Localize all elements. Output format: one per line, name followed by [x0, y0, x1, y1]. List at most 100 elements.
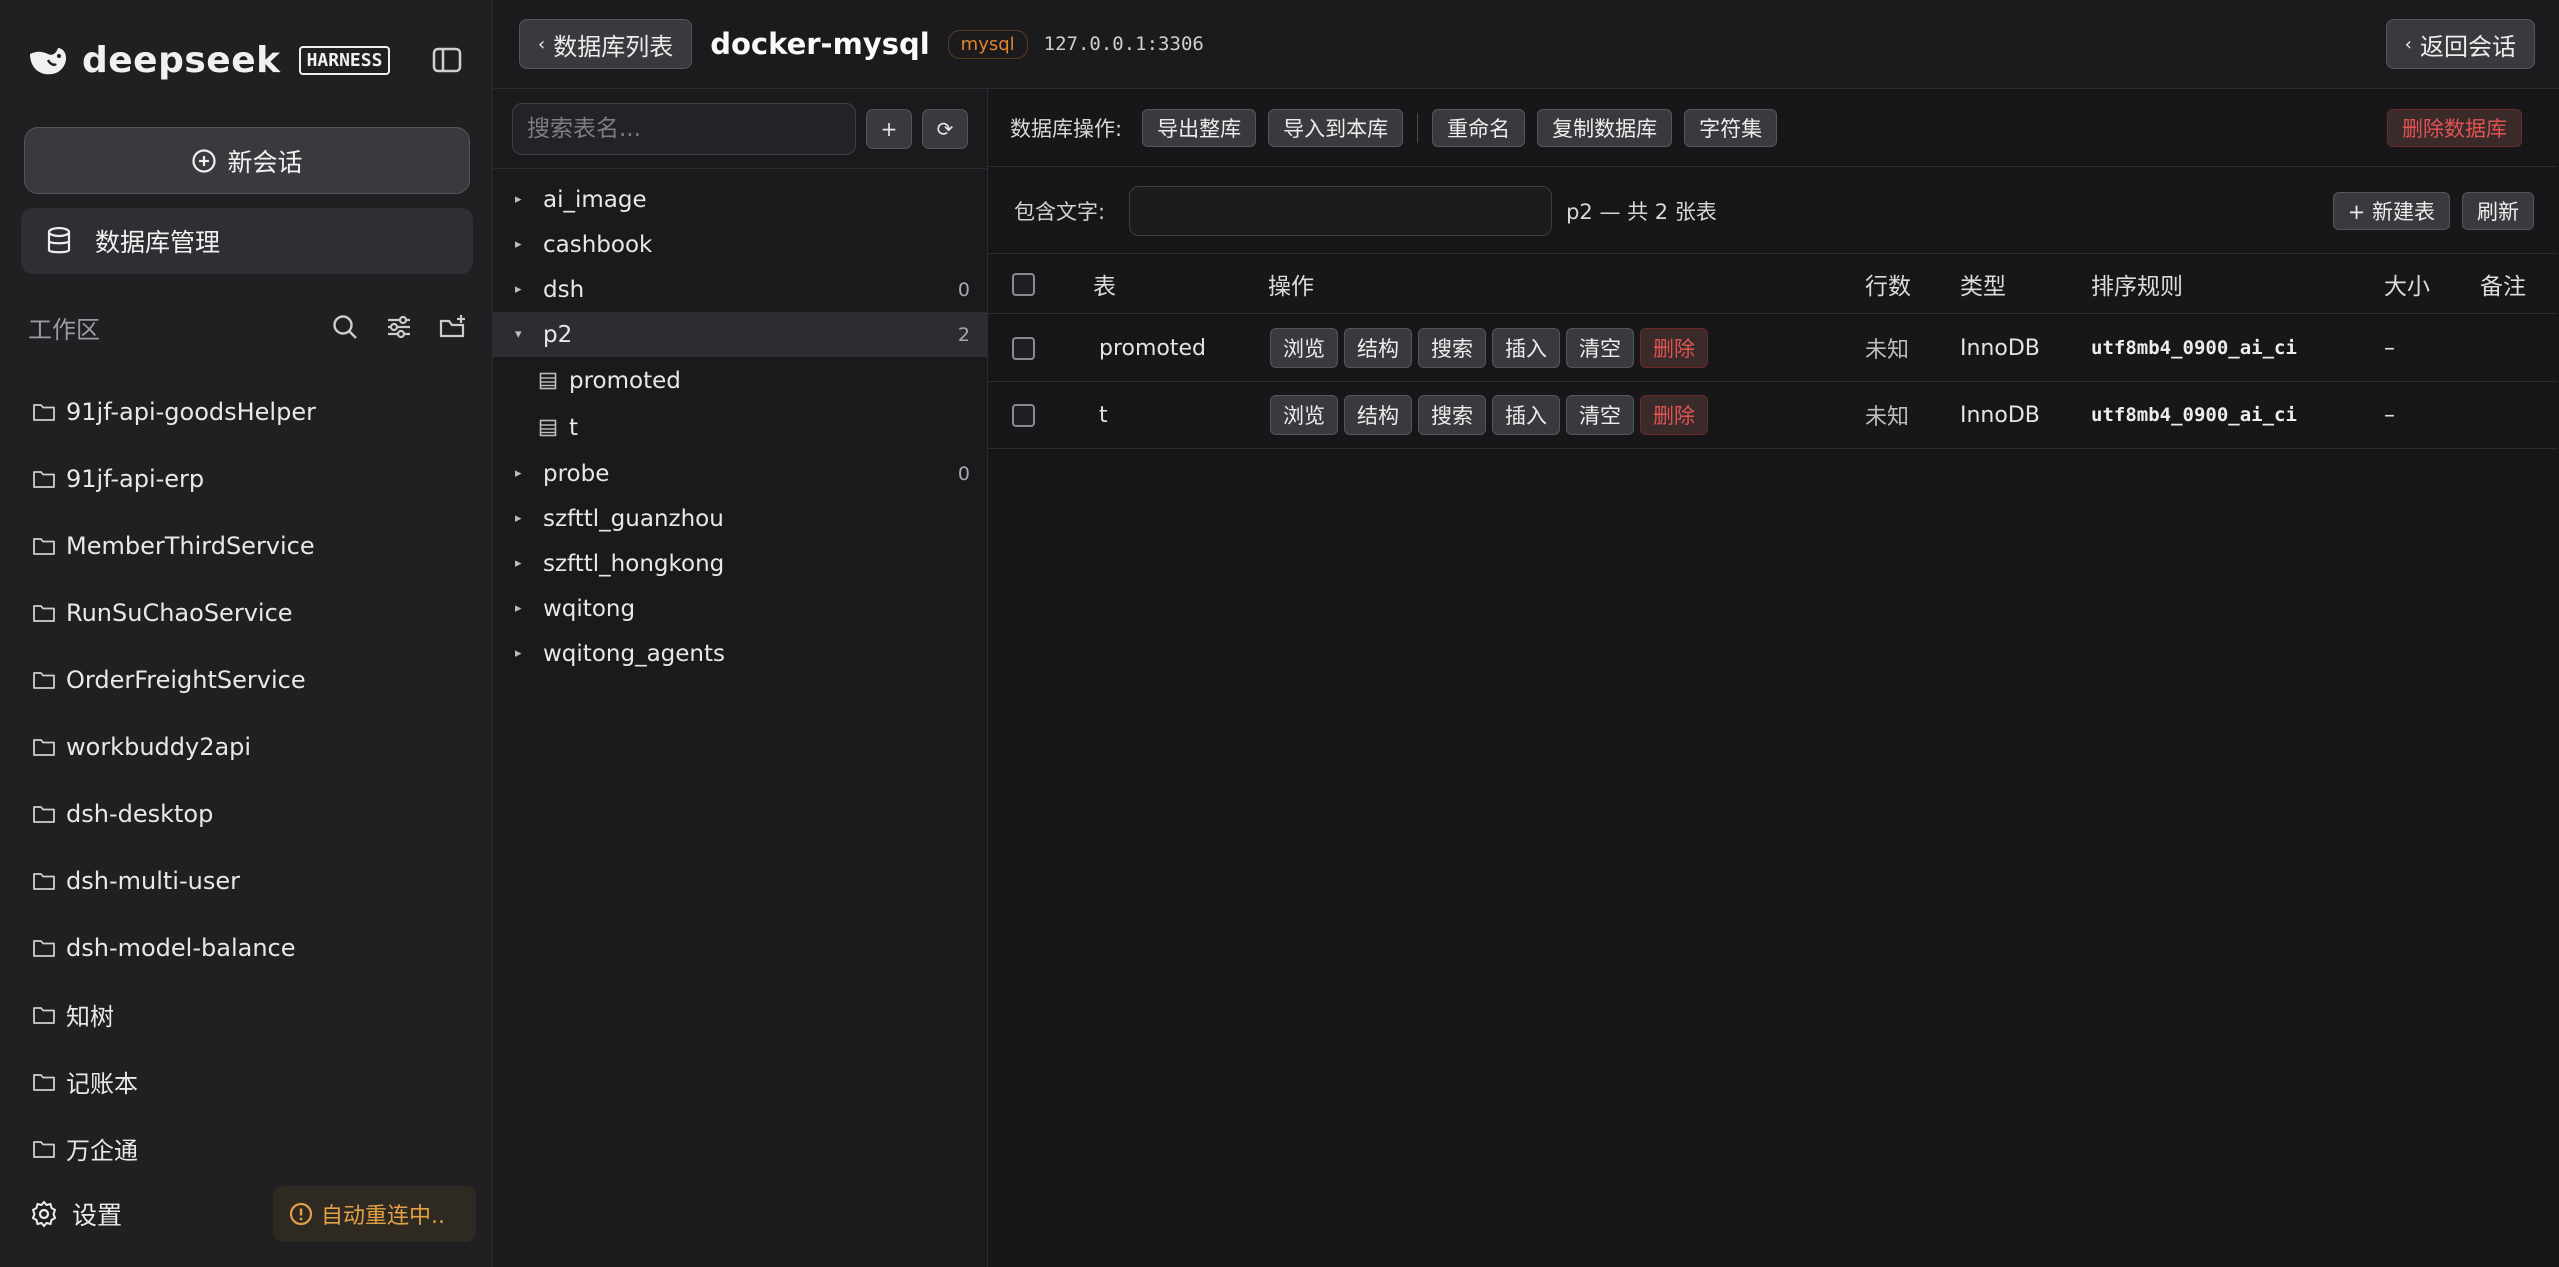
col-ops: 操作 [1268, 274, 1314, 300]
insert-table-button[interactable]: 插入 [1492, 395, 1560, 435]
delete-table-button[interactable]: 删除 [1640, 328, 1708, 368]
tree-database-node[interactable]: ▸ wqitong_agents [493, 631, 988, 676]
back-to-db-list-button[interactable]: ‹ 数据库列表 [519, 19, 693, 69]
tree-database-node[interactable]: ▸ ai_image [493, 177, 988, 222]
table-count-info: p2 — 共 2 张表 [1566, 199, 1717, 224]
workspace-item[interactable]: 91jf-api-goodsHelper [32, 378, 472, 445]
new-folder-icon[interactable] [438, 312, 468, 342]
row-checkbox[interactable] [1012, 336, 1035, 360]
return-to-chat-button[interactable]: ‹ 返回会话 [2385, 19, 2535, 69]
empty-table-button[interactable]: 清空 [1566, 328, 1634, 368]
workspace-item[interactable]: dsh-multi-user [32, 847, 472, 914]
workspace-item[interactable]: RunSuChaoService [32, 579, 472, 646]
brand[interactable]: deepseek HARNESS [26, 38, 391, 82]
workspace-item[interactable]: OrderFreightService [32, 646, 472, 713]
tree-node-label: wqitong_agents [543, 640, 725, 667]
browse-table-button[interactable]: 浏览 [1270, 328, 1338, 368]
tree-node-label: probe [543, 460, 610, 487]
workspace-item-label: dsh-model-balance [66, 933, 296, 962]
workspace-item[interactable]: 万企通 [32, 1115, 472, 1182]
brand-badge: HARNESS [298, 45, 391, 75]
row-checkbox[interactable] [1012, 403, 1035, 427]
caret-right-icon[interactable]: ▸ [515, 556, 543, 571]
caret-right-icon[interactable]: ▸ [515, 192, 543, 207]
sidebar-footer: 设置 自动重连中.. [30, 1186, 476, 1242]
filter-text-input[interactable] [1129, 185, 1553, 236]
plus-circle-icon [192, 148, 217, 173]
new-chat-button[interactable]: 新会话 [24, 127, 470, 194]
tree-node-label: dsh [543, 276, 585, 303]
caret-right-icon[interactable]: ▸ [515, 282, 543, 297]
workspace-item[interactable]: MemberThirdService [32, 512, 472, 579]
col-size: 大小 [2384, 274, 2430, 300]
empty-table-button[interactable]: 清空 [1566, 395, 1634, 435]
tree-search-row: + ⟳ [512, 103, 972, 155]
structure-table-button[interactable]: 结构 [1344, 395, 1412, 435]
divider [1417, 112, 1419, 143]
filter-sliders-icon[interactable] [384, 312, 414, 342]
search-table-button[interactable]: 搜索 [1418, 395, 1486, 435]
tree-database-node[interactable]: ▸ wqitong [493, 586, 988, 631]
caret-right-icon[interactable]: ▸ [515, 601, 543, 616]
workspace-item[interactable]: dsh-desktop [32, 780, 472, 847]
import-database-button[interactable]: 导入到本库 [1268, 108, 1404, 147]
add-database-button[interactable]: + [866, 109, 912, 149]
charset-button[interactable]: 字符集 [1684, 108, 1778, 147]
caret-right-icon[interactable]: ▸ [515, 237, 543, 252]
engine-tag: mysql [947, 29, 1028, 59]
refresh-button[interactable]: 刷新 [2462, 191, 2534, 230]
chevron-left-icon: ‹ [2404, 33, 2412, 55]
refresh-tree-button[interactable]: ⟳ [922, 109, 968, 149]
export-database-button[interactable]: 导出整库 [1142, 108, 1257, 147]
copy-database-button[interactable]: 复制数据库 [1537, 108, 1673, 147]
tree-table-node[interactable]: promoted [493, 357, 988, 404]
back-label: 数据库列表 [553, 32, 674, 61]
tree-table-node[interactable]: t [493, 404, 988, 451]
search-icon[interactable] [330, 312, 360, 342]
tree-database-node[interactable]: ▸ szfttl_hongkong [493, 541, 988, 586]
folder-icon [33, 805, 55, 823]
filter-label: 包含文字: [1014, 199, 1106, 224]
sidebar-toggle-icon[interactable] [431, 44, 463, 76]
select-all-checkbox[interactable] [1012, 272, 1035, 296]
ops-label: 数据库操作: [1010, 116, 1123, 141]
caret-right-icon[interactable]: ▸ [515, 646, 543, 661]
database-manage-label: 数据库管理 [95, 228, 221, 257]
insert-table-button[interactable]: 插入 [1492, 328, 1560, 368]
folder-icon [33, 537, 55, 555]
table-name-link[interactable]: t [1099, 382, 1108, 448]
delete-database-button[interactable]: 删除数据库 [2387, 108, 2522, 147]
caret-down-icon[interactable]: ▾ [515, 327, 543, 342]
rename-database-button[interactable]: 重命名 [1432, 108, 1526, 147]
search-table-button[interactable]: 搜索 [1418, 328, 1486, 368]
workspace-item[interactable]: dsh-model-balance [32, 914, 472, 981]
settings-button[interactable]: 设置 [30, 1196, 273, 1232]
tree-database-node[interactable]: ▸ szfttl_guanzhou [493, 496, 988, 541]
workspace-item-label: 万企通 [66, 1137, 138, 1165]
tree-database-node[interactable]: ▾ p2 2 [493, 312, 988, 357]
table-name-link[interactable]: promoted [1099, 315, 1206, 381]
chevron-left-icon: ‹ [538, 33, 546, 55]
workspace-item[interactable]: 91jf-api-erp [32, 445, 472, 512]
folder-icon [33, 1006, 55, 1024]
caret-right-icon[interactable]: ▸ [515, 511, 543, 526]
tree-database-node[interactable]: ▸ dsh 0 [493, 267, 988, 312]
table-search-input[interactable] [512, 103, 856, 155]
database-manage-nav[interactable]: 数据库管理 [21, 208, 473, 274]
row-count: 未知 [1865, 405, 1910, 430]
workspace-label: 工作区 [28, 315, 100, 344]
delete-table-button[interactable]: 删除 [1640, 395, 1708, 435]
browse-table-button[interactable]: 浏览 [1270, 395, 1338, 435]
new-table-button[interactable]: + 新建表 [2332, 191, 2450, 230]
workspace-item[interactable]: 知树 [32, 981, 472, 1048]
caret-right-icon[interactable]: ▸ [515, 466, 543, 481]
tree-database-node[interactable]: ▸ probe 0 [493, 451, 988, 496]
tree-database-node[interactable]: ▸ cashbook [493, 222, 988, 267]
tree-node-label: cashbook [543, 231, 653, 258]
workspace-item[interactable]: 记账本 [32, 1048, 472, 1115]
database-ops-bar: 数据库操作: 导出整库 导入到本库 重命名 复制数据库 字符集 删除数据库 [988, 89, 2558, 167]
engine-type: InnoDB [1960, 335, 2040, 361]
workspace-item[interactable]: workbuddy2api [32, 713, 472, 780]
structure-table-button[interactable]: 结构 [1344, 328, 1412, 368]
tree-node-label: wqitong [543, 595, 636, 622]
